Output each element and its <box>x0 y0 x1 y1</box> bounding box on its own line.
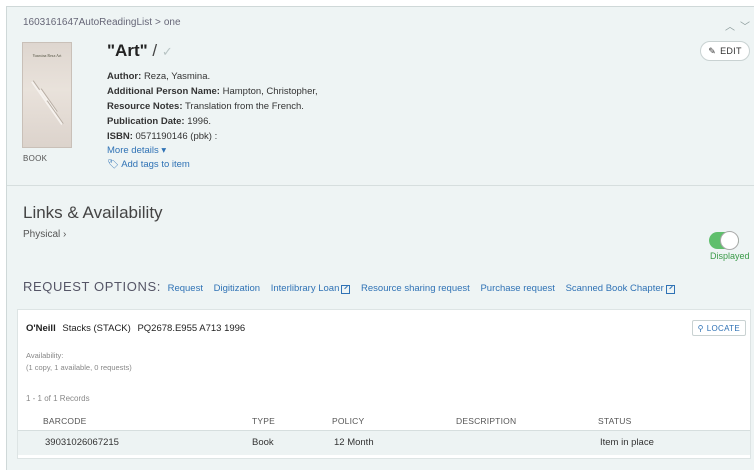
cell-type: Book <box>252 437 274 448</box>
item-type-label: BOOK <box>23 154 48 163</box>
records-count: 1 - 1 of 1 Records <box>26 394 90 403</box>
pubdate-label: Publication Date: <box>107 116 185 127</box>
map-marker-icon: ⚲ <box>697 323 704 333</box>
location-name: O'Neill <box>26 323 56 334</box>
request-option-scanned-chapter[interactable]: Scanned Book Chapter <box>566 283 675 294</box>
availability-label: Availability: <box>26 351 64 360</box>
column-header-description: DESCRIPTION <box>456 416 517 426</box>
external-link-icon <box>665 285 675 294</box>
physical-label: Physical <box>23 229 61 240</box>
checkmark-icon: ✓ <box>161 44 173 59</box>
cover-text: Yasmina Reza Art <box>32 53 62 58</box>
more-details-link[interactable]: More details ▾ <box>107 145 166 156</box>
request-option-purchase[interactable]: Purchase request <box>480 283 554 294</box>
author-label: Author: <box>107 71 142 82</box>
chevron-right-icon: › <box>63 229 67 240</box>
request-options: REQUEST OPTIONS: Request Digitization In… <box>23 279 683 294</box>
request-option-digitization[interactable]: Digitization <box>214 283 260 294</box>
displayed-label: Displayed <box>710 251 750 261</box>
holding-location: O'Neill Stacks (STACK) PQ2678.E955 A713 … <box>26 323 245 334</box>
edit-button[interactable]: ✎ EDIT <box>700 41 750 61</box>
pencil-icon: ✎ <box>708 45 717 56</box>
person-row: Additional Person Name: Hampton, Christo… <box>107 86 318 97</box>
isbn-label: ISBN: <box>107 131 133 142</box>
display-toggle[interactable] <box>709 231 739 250</box>
column-header-barcode: BARCODE <box>43 416 87 426</box>
pubdate-row: Publication Date: 1996. <box>107 116 211 127</box>
edit-label: EDIT <box>720 46 742 56</box>
call-number: PQ2678.E955 A713 1996 <box>137 323 246 334</box>
isbn-value: 0571190146 (pbk) : <box>135 131 218 142</box>
request-option-interlibrary-loan[interactable]: Interlibrary Loan <box>271 283 351 294</box>
person-value: Hampton, Christopher, <box>222 86 318 97</box>
cell-policy: 12 Month <box>334 437 374 448</box>
availability-summary: (1 copy, 1 available, 0 requests) <box>26 363 132 372</box>
request-option-request[interactable]: Request <box>168 283 203 294</box>
notes-row: Resource Notes: Translation from the Fre… <box>107 101 304 112</box>
reading-list-item-panel: 1603161647AutoReadingList > one ︿ ﹀ Yasmin… <box>6 6 754 470</box>
interlibrary-loan-label: Interlibrary Loan <box>270 283 340 294</box>
isbn-row: ISBN: 0571190146 (pbk) : <box>107 131 217 142</box>
barcode-link[interactable]: 39031026067215 <box>45 437 119 448</box>
physical-toggle-link[interactable]: Physical › <box>23 229 66 240</box>
column-header-policy: POLICY <box>332 416 365 426</box>
request-option-resource-sharing[interactable]: Resource sharing request <box>361 283 470 294</box>
external-link-icon <box>341 285 351 294</box>
book-cover-image: Yasmina Reza Art <box>22 42 72 148</box>
add-tags-link[interactable]: 🏷 Add tags to item <box>107 159 190 170</box>
breadcrumb-section[interactable]: one <box>164 17 181 28</box>
cover-slash <box>45 100 63 126</box>
item-title-text: "Art" <box>107 41 148 60</box>
holding-card: O'Neill Stacks (STACK) PQ2678.E955 A713 … <box>17 309 751 459</box>
item-title: "Art" / ✓ <box>107 41 173 61</box>
cell-status: Item in place <box>600 437 654 448</box>
chevron-up-icon[interactable]: ︿ <box>725 18 735 33</box>
toggle-knob <box>720 231 739 250</box>
section-divider <box>7 185 754 186</box>
author-row: Author: Reza, Yasmina. <box>107 71 210 82</box>
locate-button[interactable]: ⚲ LOCATE <box>691 320 746 336</box>
title-slash: / <box>152 41 158 60</box>
add-tags-label: Add tags to item <box>121 159 190 170</box>
column-header-status: STATUS <box>598 416 632 426</box>
breadcrumb-list[interactable]: 1603161647AutoReadingList <box>23 17 152 28</box>
author-value: Reza, Yasmina. <box>143 71 211 82</box>
availability-info: Availability: (1 copy, 1 available, 0 re… <box>26 350 132 374</box>
scanned-chapter-label: Scanned Book Chapter <box>565 283 664 294</box>
caret-down-icon: ▾ <box>161 145 167 156</box>
location-detail: Stacks (STACK) <box>62 323 131 334</box>
locate-label: LOCATE <box>706 323 740 333</box>
pubdate-value: 1996. <box>187 116 212 127</box>
notes-label: Resource Notes: <box>107 101 183 112</box>
column-header-type: TYPE <box>252 416 276 426</box>
links-availability-heading: Links & Availability <box>23 203 163 222</box>
breadcrumb: 1603161647AutoReadingList > one <box>23 17 181 28</box>
more-details-label: More details <box>107 145 159 156</box>
cover-slash <box>39 88 57 114</box>
tag-icon: 🏷 <box>107 159 120 170</box>
request-options-label: REQUEST OPTIONS: <box>23 279 161 294</box>
breadcrumb-separator: > <box>155 17 161 28</box>
notes-value: Translation from the French. <box>184 101 304 112</box>
chevron-down-icon[interactable]: ﹀ <box>740 18 750 33</box>
person-label: Additional Person Name: <box>107 86 220 97</box>
